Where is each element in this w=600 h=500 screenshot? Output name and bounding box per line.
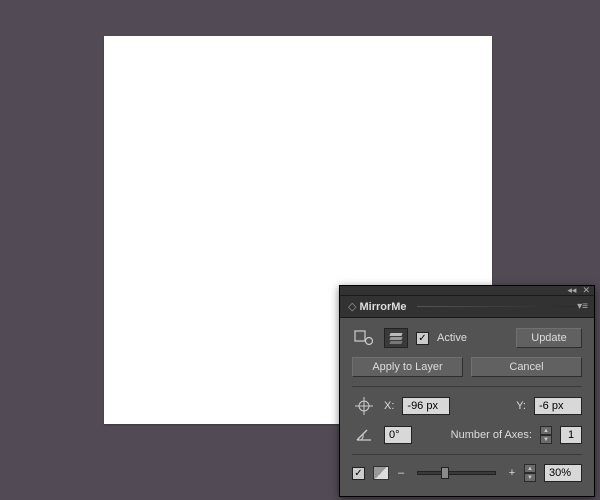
slider-minus: – [397, 467, 405, 479]
opacity-slider[interactable] [417, 471, 496, 475]
row-opacity: ✓ – + ▲ ▼ [352, 454, 582, 482]
tab-spacer [417, 306, 576, 307]
panel-title: MirrorMe [359, 301, 406, 313]
angle-input[interactable] [384, 426, 412, 444]
angle-icon [352, 425, 376, 445]
collapse-icon[interactable]: ◂◂ [567, 286, 576, 295]
panel-body: ✓ Active Update Apply to Layer Cancel X:… [340, 318, 594, 496]
opacity-step-up[interactable]: ▲ [524, 464, 536, 473]
updown-icon: ◇ [348, 300, 356, 313]
y-input[interactable] [534, 397, 582, 415]
active-label: Active [437, 332, 467, 344]
opacity-icon [373, 466, 389, 480]
row-angle: Number of Axes: ▲ ▼ [352, 425, 582, 445]
row-active: ✓ Active Update [352, 328, 582, 348]
opacity-checkbox[interactable]: ✓ [352, 467, 365, 480]
slider-plus: + [508, 467, 516, 479]
axes-stepper[interactable]: ▲ ▼ [540, 426, 552, 444]
slider-thumb[interactable] [441, 467, 449, 479]
x-label: X: [384, 400, 394, 412]
x-input[interactable] [402, 397, 450, 415]
axes-input[interactable] [560, 426, 582, 444]
opacity-stepper[interactable]: ▲ ▼ [524, 464, 536, 482]
cancel-button[interactable]: Cancel [471, 357, 582, 377]
mirrorme-panel: ◂◂ ✕ ◇ MirrorMe ▾≡ ✓ Active Update Apply… [339, 285, 595, 497]
axes-step-down[interactable]: ▼ [540, 435, 552, 444]
close-icon[interactable]: ✕ [582, 286, 590, 295]
selection-icon[interactable] [352, 328, 376, 348]
axes-label: Number of Axes: [451, 429, 532, 441]
apply-to-layer-button[interactable]: Apply to Layer [352, 357, 463, 377]
row-apply: Apply to Layer Cancel [352, 357, 582, 377]
layers-icon[interactable] [384, 328, 408, 348]
update-button[interactable]: Update [516, 328, 582, 348]
axes-step-up[interactable]: ▲ [540, 426, 552, 435]
y-label: Y: [516, 400, 526, 412]
panel-tab-bar: ◇ MirrorMe ▾≡ [340, 296, 594, 318]
flyout-menu-icon[interactable]: ▾≡ [575, 301, 590, 312]
opacity-input[interactable] [544, 464, 582, 482]
opacity-step-down[interactable]: ▼ [524, 473, 536, 482]
row-position: X: Y: [352, 386, 582, 416]
panel-tab[interactable]: ◇ MirrorMe [344, 296, 411, 318]
active-checkbox[interactable]: ✓ [416, 332, 429, 345]
origin-icon [352, 396, 376, 416]
panel-titlebar[interactable]: ◂◂ ✕ [340, 286, 594, 296]
